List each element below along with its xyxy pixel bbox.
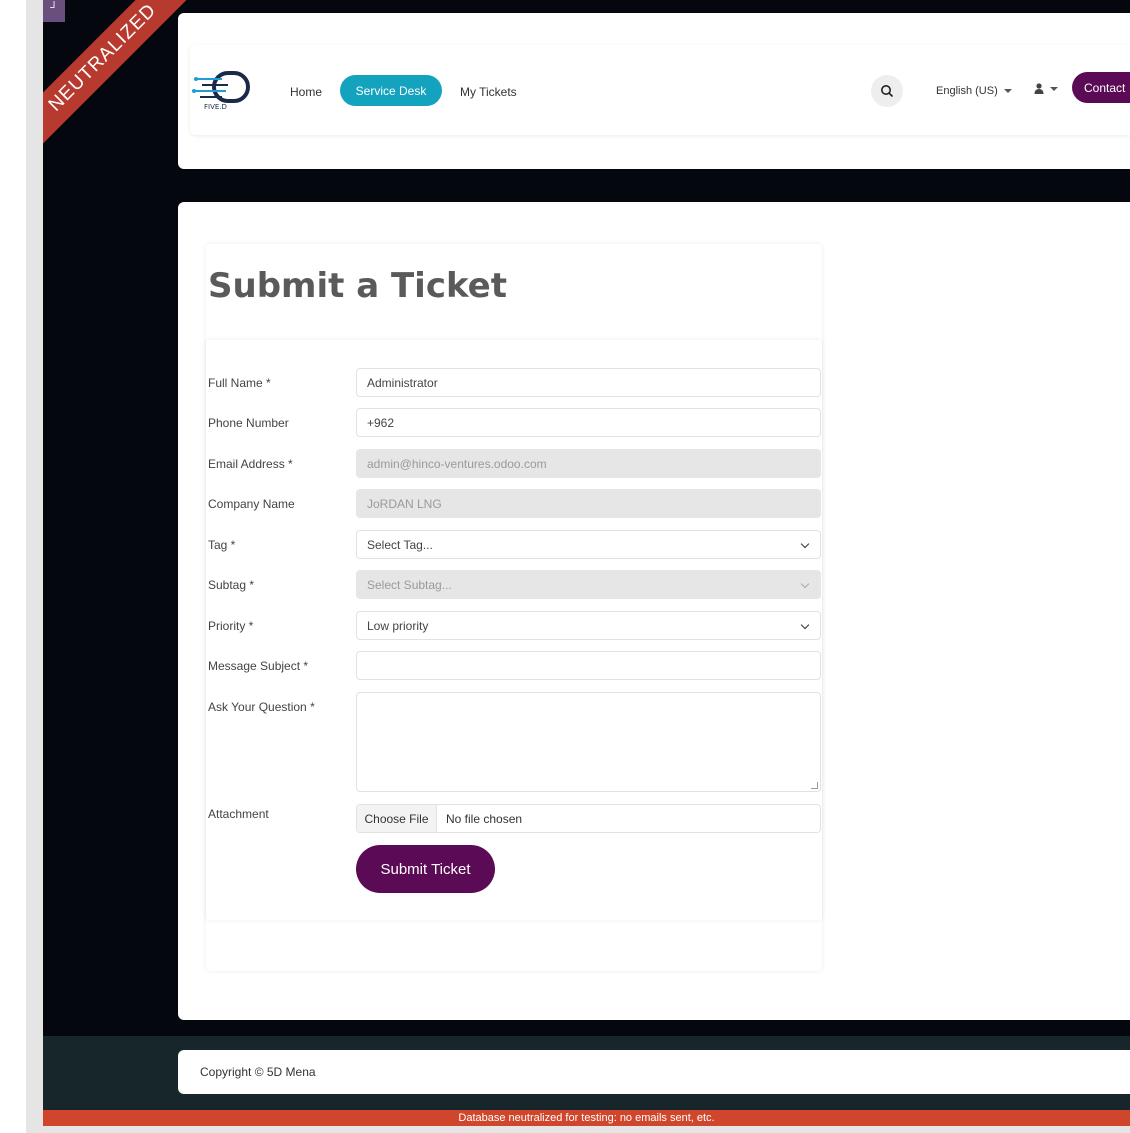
company-label: Company Name [208,497,295,511]
tag-label: Tag * [208,538,236,552]
search-button[interactable] [871,75,903,107]
email-label: Email Address * [208,457,293,471]
language-label: English (US) [936,85,998,97]
subject-input[interactable] [356,651,821,680]
bracket-icon[interactable]: ┘ [43,0,65,22]
chevron-down-icon [1003,89,1012,93]
footer: Copyright © 5D Mena [178,1050,1130,1094]
resize-handle[interactable] [811,782,818,789]
language-selector[interactable]: English (US) [936,85,1012,97]
header: FIVE.D Home Service Desk My Tickets Engl… [178,13,1130,169]
navbar: FIVE.D Home Service Desk My Tickets Engl… [190,45,1130,135]
subtag-label: Subtag * [208,578,255,592]
attachment-input[interactable]: Choose File No file chosen [356,804,821,833]
neutralized-notice-text: Database neutralized for testing: no ema… [458,1112,715,1124]
ticket-card: Submit a Ticket Full Name * Administrato… [206,244,822,971]
left-window-edge [26,0,43,1133]
priority-label: Priority * [208,619,254,633]
logo-text: FIVE.D [204,103,227,111]
subject-label: Message Subject * [208,659,309,673]
user-menu[interactable] [1034,83,1058,94]
bottom-window-edge [26,1126,1130,1133]
nav-service-desk[interactable]: Service Desk [340,75,442,106]
neutralized-notice-bar: Database neutralized for testing: no ema… [43,1110,1130,1126]
submit-ticket-button[interactable]: Submit Ticket [356,845,495,893]
user-icon [1034,83,1044,94]
phone-label: Phone Number [208,416,289,430]
ticket-form: Full Name * Administrator Phone Number +… [206,340,822,920]
chevron-down-icon [1050,86,1058,91]
full-name-label: Full Name * [208,376,271,390]
nav-home[interactable]: Home [290,85,322,99]
company-input: JoRDAN LNG [356,489,821,518]
page-background: ┘ NEUTRALIZED FIVE.D Home Service Desk M… [43,0,1130,1126]
search-icon [881,85,894,98]
attachment-label: Attachment [208,807,269,821]
full-name-input[interactable]: Administrator [356,368,821,397]
contact-button[interactable]: Contact [1072,72,1130,103]
email-input: admin@hinco-ventures.odoo.com [356,449,821,478]
question-label: Ask Your Question * [208,700,315,714]
main-content: Submit a Ticket Full Name * Administrato… [178,202,1130,1020]
priority-select[interactable]: Low priority [356,611,821,640]
file-status: No file chosen [446,811,523,826]
copyright-text: Copyright © 5D Mena [200,1065,316,1079]
site-logo[interactable]: FIVE.D [192,69,256,113]
page-title: Submit a Ticket [208,266,507,306]
tag-select[interactable]: Select Tag... [356,530,821,559]
nav-my-tickets[interactable]: My Tickets [460,85,517,99]
choose-file-button[interactable]: Choose File [357,805,437,832]
question-textarea[interactable] [356,692,821,792]
phone-input[interactable]: +962 [356,408,821,437]
subtag-select: Select Subtag... [356,570,821,599]
